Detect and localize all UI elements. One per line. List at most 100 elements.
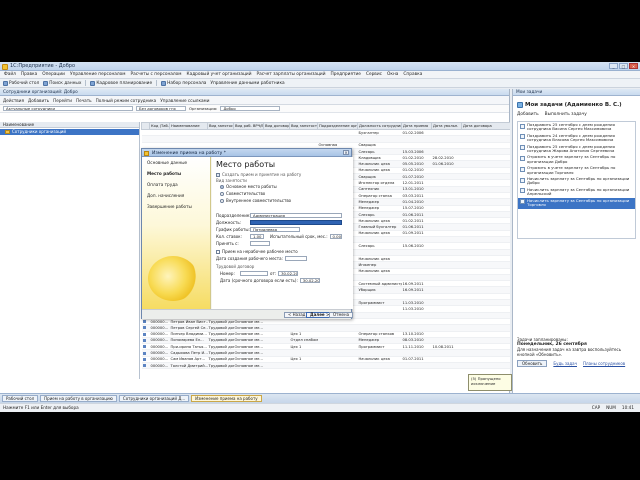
menu-item[interactable]: Расчеты с персоналом	[131, 72, 182, 77]
notification-popup[interactable]: (5) Пропущено исключение	[468, 374, 512, 391]
print-menu[interactable]: Печать	[76, 98, 92, 103]
add-button[interactable]: Добавить	[28, 98, 49, 103]
add-task-button[interactable]: Добавить	[517, 112, 539, 117]
menu-item[interactable]: Операции	[42, 72, 65, 77]
workplace-date-field[interactable]	[284, 256, 307, 261]
links-button[interactable]: Управление ссылками	[160, 98, 209, 103]
rate-field[interactable]: 1,00	[250, 234, 264, 239]
grid-column-header[interactable]: Вид занятости	[289, 122, 318, 130]
menu-item[interactable]: Расчет зарплаты организаций	[256, 72, 325, 77]
group-tree: Наименование Сотрудники организаций	[0, 122, 140, 379]
org-field[interactable]: Добро	[220, 106, 281, 111]
main-toolbar: Рабочий стол Поиск данных Кадровое плани…	[0, 79, 640, 88]
grid-header-row: Код (Таб.НаименованиеВид занятостиВид ра…	[141, 122, 510, 130]
complete-task-button[interactable]: Выполнить задачу	[545, 112, 587, 117]
goto-menu[interactable]: Перейти	[53, 98, 72, 103]
grid-column-header[interactable]: Дата приема	[401, 122, 432, 130]
menu-item[interactable]: Справка	[403, 72, 422, 77]
tasks-pane: Мои задачи Мои задачи (Адамиенко В. С.) …	[512, 89, 640, 393]
toolbar-search-button[interactable]: Поиск данных	[43, 80, 81, 86]
task-item[interactable]: Отразить в учете зарплату за Сентябрь по…	[518, 165, 635, 176]
toolbar-desktop-button[interactable]: Рабочий стол	[3, 80, 39, 86]
menu-item[interactable]: Управление персоналом	[70, 72, 126, 77]
task-item[interactable]: Отразить в учете зарплату за Сентябрь по…	[518, 154, 635, 165]
taskbar-hire-change[interactable]: Изменение приема на работу	[191, 395, 262, 402]
grid-column-header[interactable]: Дата увольн.	[431, 122, 462, 130]
employee-plans-link[interactable]: Планы сотрудников	[583, 361, 625, 366]
table-cell: Толстой Дмитрий...	[169, 362, 208, 370]
dialog-close-icon[interactable]: ×	[343, 150, 349, 155]
trial-field[interactable]: 0,00	[329, 234, 342, 239]
taskbar-employees[interactable]: Сотрудники организаций Д...	[118, 395, 190, 402]
tasks-schedule: Задачи запланированы: Понедельник, 26 се…	[517, 337, 637, 367]
menu-item[interactable]: Кадровый учет организаций	[187, 72, 252, 77]
checkbox-icon	[216, 249, 220, 254]
grid-column-header[interactable]: Наименование	[169, 122, 208, 130]
tasks-link[interactable]: Будь задач	[553, 361, 577, 366]
radio-main-job[interactable]: Основное место работы	[220, 184, 277, 189]
grid-column-header[interactable]: Должность сотрудника	[357, 122, 402, 130]
menu-item[interactable]: Предприятие	[331, 72, 361, 77]
grid-column-header[interactable]: Вид договора	[263, 122, 290, 130]
grid-column-header[interactable]: Вид занятости	[207, 122, 234, 130]
wizard-step[interactable]: Оплата труда	[142, 179, 210, 190]
menu-item[interactable]: Файл	[4, 72, 16, 77]
table-cell	[431, 362, 462, 370]
actions-menu[interactable]: Действия	[3, 98, 24, 103]
department-field[interactable]: Администрация	[250, 213, 342, 218]
org-checkbox-label[interactable]: Организация:	[189, 106, 217, 111]
grid-column-header[interactable]: Код (Таб.	[149, 122, 170, 130]
taskbar-desktop[interactable]: Рабочий стол	[2, 395, 39, 402]
task-item[interactable]: Начислить зарплату за Сентябрь по органи…	[518, 187, 635, 198]
task-item[interactable]: Поздравить 25 сентября с днем рождения с…	[518, 122, 635, 133]
grid-column-header[interactable]	[141, 122, 150, 130]
refresh-button[interactable]: Обновить	[517, 360, 548, 367]
start-date-field[interactable]	[250, 241, 270, 246]
app-window: 1С:Предприятие - Добро _ □ × Файл Правка…	[0, 62, 640, 412]
task-item[interactable]: Поздравить 24 сентября с днем рождения с…	[518, 133, 635, 144]
tree-node-employees[interactable]: Сотрудники организаций	[0, 129, 139, 135]
wizard-step[interactable]: Основные данные	[142, 157, 210, 168]
row-icon-cell	[141, 362, 150, 370]
table-cell	[357, 362, 402, 370]
create-hire-checkbox[interactable]: Создать прием и принятие на работу	[216, 172, 301, 177]
task-icon	[520, 145, 525, 151]
wizard-step[interactable]: Доп. начисления	[142, 190, 210, 201]
grid-column-header[interactable]: Вид раб. ВРЧ/ВП	[233, 122, 264, 130]
cancel-button[interactable]: Отмена	[329, 312, 354, 318]
maximize-icon[interactable]: □	[619, 63, 628, 69]
grid-column-header[interactable]: Подразделение органи.	[317, 122, 358, 130]
contract-filter-select[interactable]: Без договоров гпх	[136, 106, 186, 111]
full-mode-button[interactable]: Полный режим сотрудника	[96, 98, 157, 103]
radio-external-part-time[interactable]: Совместительство	[220, 191, 265, 196]
menu-item[interactable]: Правка	[21, 72, 37, 77]
task-item-selected[interactable]: Начислить зарплату за Сентябрь по органи…	[518, 197, 635, 209]
minimize-icon[interactable]: _	[609, 63, 618, 69]
task-item[interactable]: Начислить зарплату за Сентябрь по органи…	[518, 176, 635, 187]
wizard-step-current[interactable]: Место работы	[142, 168, 210, 179]
position-row: Должность:	[216, 220, 342, 225]
status-filter-select[interactable]: Актуальные сотрудники	[3, 106, 133, 111]
table-row[interactable]: 000000... Толстой Дмитрий... Трудовой дог.…	[141, 362, 510, 370]
toolbar-planning-button[interactable]: Кадровое планирование	[90, 80, 152, 86]
schedule-field[interactable]: Пятидневка	[250, 227, 300, 232]
contract-number-field[interactable]	[240, 271, 268, 276]
employee-icon	[142, 364, 146, 368]
grid-column-header[interactable]: Дата договора	[461, 122, 510, 130]
menu-item[interactable]: Окна	[387, 72, 398, 77]
radio-internal-part-time[interactable]: Внутреннее совместительство	[220, 198, 291, 203]
probation-checkbox[interactable]: Прием на нерабочее рабочее место	[216, 249, 298, 254]
close-icon[interactable]: ×	[629, 63, 638, 69]
task-icon	[520, 155, 525, 161]
taskbar-hire-doc[interactable]: Прием на работу в организацию	[40, 395, 117, 402]
position-field[interactable]	[250, 220, 342, 225]
contract-date-field[interactable]: 30.02.2010	[278, 271, 299, 276]
contract-end-field[interactable]: 30.02.2010	[299, 278, 320, 283]
menu-item[interactable]: Сервис	[366, 72, 382, 77]
task-icon	[520, 134, 525, 140]
toolbar-recruit-button[interactable]: Набор персонала	[161, 80, 206, 86]
toolbar-employee-data-button[interactable]: Управление данными работника	[210, 81, 284, 86]
wizard-step[interactable]: Завершение работы	[142, 201, 210, 212]
task-icon	[520, 177, 525, 183]
task-item[interactable]: Поздравить 25 сентября с днем рождения с…	[518, 144, 635, 155]
